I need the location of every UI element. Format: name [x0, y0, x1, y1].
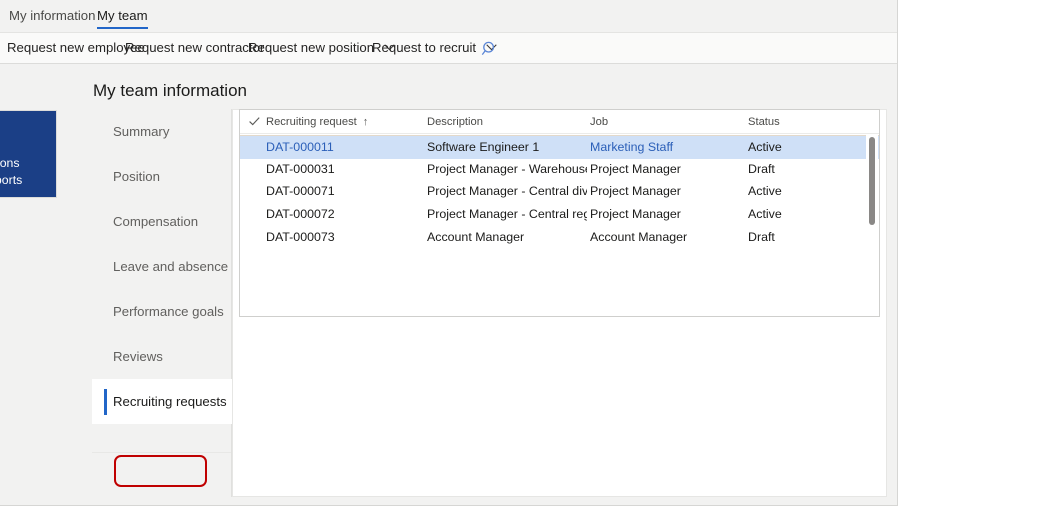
- cell-status: Draft: [748, 226, 858, 249]
- table-row[interactable]: DAT-000011 Software Engineer 1 Marketing…: [240, 135, 879, 159]
- sidebar-item-label: Leave and absence: [113, 259, 228, 274]
- blue-tile-line-1: positions: [0, 155, 22, 172]
- sidebar-item-position[interactable]: Position: [92, 154, 232, 199]
- table-row[interactable]: DAT-000073 Account Manager Account Manag…: [240, 226, 879, 249]
- grid-vertical-scrollbar[interactable]: [866, 135, 878, 317]
- grid-column-header-recruiting-request[interactable]: Recruiting request ↑: [266, 110, 426, 134]
- tab-label: My information: [9, 8, 95, 23]
- grid-column-header-job[interactable]: Job: [590, 110, 745, 134]
- grid-column-header-status[interactable]: Status: [748, 110, 858, 134]
- sidebar-item-label: Summary: [113, 124, 169, 139]
- cell-status: Active: [748, 136, 858, 159]
- cell-recruiting-request[interactable]: DAT-000072: [266, 203, 426, 226]
- cell-recruiting-request[interactable]: DAT-000011: [266, 136, 426, 159]
- sidebar-item-label: Reviews: [113, 349, 163, 364]
- sidebar-active-accent-bar: [104, 389, 107, 415]
- sidebar-item-compensation[interactable]: Compensation: [92, 199, 232, 244]
- cell-recruiting-request[interactable]: DAT-000071: [266, 180, 426, 203]
- select-all-checkmark-icon[interactable]: [248, 115, 261, 128]
- cell-job: Project Manager: [590, 180, 745, 203]
- sidebar-item-label: Compensation: [113, 214, 198, 229]
- table-row[interactable]: DAT-000071 Project Manager - Central div…: [240, 180, 879, 203]
- page-body: My team information positions ct reports…: [0, 64, 898, 506]
- cell-job: Project Manager: [590, 203, 745, 226]
- action-toolbar: Request new employee Request new contrac…: [0, 33, 898, 64]
- table-row[interactable]: DAT-000072 Project Manager - Central reg…: [240, 203, 879, 226]
- sidebar-item-label: Recruiting requests: [113, 394, 227, 409]
- cell-description: Project Manager - Central region: [427, 203, 587, 226]
- grid-scrollbar-thumb[interactable]: [869, 137, 875, 225]
- sidebar-item-label: Performance goals: [113, 304, 224, 319]
- cell-status: Draft: [748, 158, 858, 181]
- sidebar-bottom-filler: [92, 452, 231, 498]
- cell-description: Project Manager - Central divisi…: [427, 180, 587, 203]
- toolbar-button-label: Request new position: [248, 40, 374, 55]
- cell-job[interactable]: Marketing Staff: [590, 136, 745, 159]
- search-icon[interactable]: [481, 40, 499, 58]
- cell-description: Account Manager: [427, 226, 587, 249]
- cell-status: Active: [748, 180, 858, 203]
- grid-column-label: Job: [590, 116, 608, 128]
- cell-description: Project Manager - Warehouse: [427, 158, 587, 181]
- grid-column-header-description[interactable]: Description: [427, 110, 587, 134]
- grid-column-label: Recruiting request: [266, 116, 357, 128]
- sidebar-item-leave-and-absence[interactable]: Leave and absence: [92, 244, 232, 289]
- cell-job: Account Manager: [590, 226, 745, 249]
- cell-description: Software Engineer 1: [427, 136, 587, 159]
- sidebar-item-summary[interactable]: Summary: [92, 109, 232, 154]
- table-row[interactable]: DAT-000031 Project Manager - Warehouse P…: [240, 158, 879, 181]
- application-window: My information My team Request new emplo…: [0, 0, 898, 506]
- tab-label: My team: [97, 8, 148, 23]
- tab-my-team[interactable]: My team: [88, 0, 157, 33]
- tab-active-underline: [97, 27, 148, 29]
- page-title: My team information: [93, 81, 247, 101]
- blue-tile-text: positions ct reports: [0, 155, 22, 189]
- grid-column-label: Description: [427, 116, 483, 128]
- blue-tile-line-2: ct reports: [0, 172, 22, 189]
- grid-column-label: Status: [748, 116, 780, 128]
- grid-header-row: Recruiting request ↑ Description Job Stat…: [240, 110, 879, 134]
- sidebar-item-performance-goals[interactable]: Performance goals: [92, 289, 232, 334]
- overflow-blue-tile[interactable]: positions ct reports: [0, 110, 57, 198]
- cell-recruiting-request[interactable]: DAT-000073: [266, 226, 426, 249]
- section-navigation: Summary Position Compensation Leave and …: [92, 109, 232, 497]
- cell-job: Project Manager: [590, 158, 745, 181]
- recruiting-requests-grid: Recruiting request ↑ Description Job Stat…: [239, 109, 880, 317]
- toolbar-button-label: Request to recruit: [372, 40, 476, 55]
- top-tab-strip: My information My team: [0, 0, 898, 33]
- sidebar-item-recruiting-requests[interactable]: Recruiting requests: [92, 379, 232, 424]
- cell-status: Active: [748, 203, 858, 226]
- cell-recruiting-request[interactable]: DAT-000031: [266, 158, 426, 181]
- sidebar-item-reviews[interactable]: Reviews: [92, 334, 232, 379]
- sort-ascending-icon: ↑: [363, 110, 369, 134]
- sidebar-item-label: Position: [113, 169, 160, 184]
